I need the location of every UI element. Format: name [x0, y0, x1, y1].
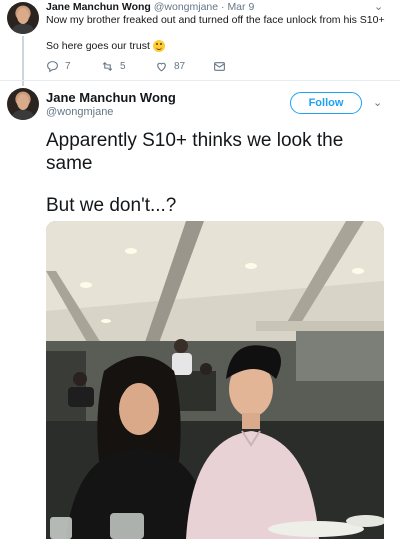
- tweet-text-line2: So here goes our trust: [46, 40, 165, 52]
- author-handle[interactable]: @wongmjane: [154, 1, 218, 13]
- like-button[interactable]: 87: [155, 60, 213, 73]
- reply-count: 7: [65, 61, 71, 72]
- restaurant-photo-image: [46, 221, 384, 539]
- separator: ·: [221, 1, 225, 13]
- smiley-emoji-icon: [152, 40, 165, 52]
- direct-message-button[interactable]: [213, 60, 226, 73]
- author-name[interactable]: Jane Manchun Wong: [46, 1, 151, 13]
- chevron-down-icon[interactable]: ⌄: [374, 0, 383, 13]
- author-handle[interactable]: @wongmjane: [46, 106, 113, 118]
- heart-icon: [157, 62, 166, 72]
- reply-icon: [47, 61, 58, 73]
- avatar[interactable]: [7, 88, 39, 120]
- author-name[interactable]: Jane Manchun Wong: [46, 90, 176, 105]
- tweet-text: Apparently S10+ thinks we look the: [46, 130, 344, 151]
- tweet-text: Now my brother freaked out and turned of…: [46, 14, 385, 26]
- retweet-count: 5: [120, 61, 126, 72]
- chevron-down-icon[interactable]: ⌄: [373, 96, 382, 109]
- avatar[interactable]: [7, 2, 39, 34]
- reply-button[interactable]: 7: [46, 60, 101, 73]
- retweet-icon: [102, 61, 113, 72]
- tweet-photo[interactable]: [46, 221, 384, 539]
- like-count: 87: [174, 61, 186, 72]
- tweet-divider: [0, 80, 400, 81]
- envelope-icon: [214, 62, 225, 71]
- tweet-header: Jane Manchun Wong @wongmjane · Mar 9: [46, 1, 254, 13]
- follow-button[interactable]: Follow: [290, 92, 362, 114]
- tweet-text: So here goes our trust: [46, 40, 150, 52]
- tweet-text: same: [46, 153, 93, 174]
- tweet-text: But we don't...?: [46, 195, 177, 216]
- tweet-date[interactable]: Mar 9: [227, 1, 254, 13]
- tweet-actions: 7 5 87: [46, 60, 226, 73]
- retweet-button[interactable]: 5: [101, 60, 155, 73]
- thread-connector: [22, 36, 24, 86]
